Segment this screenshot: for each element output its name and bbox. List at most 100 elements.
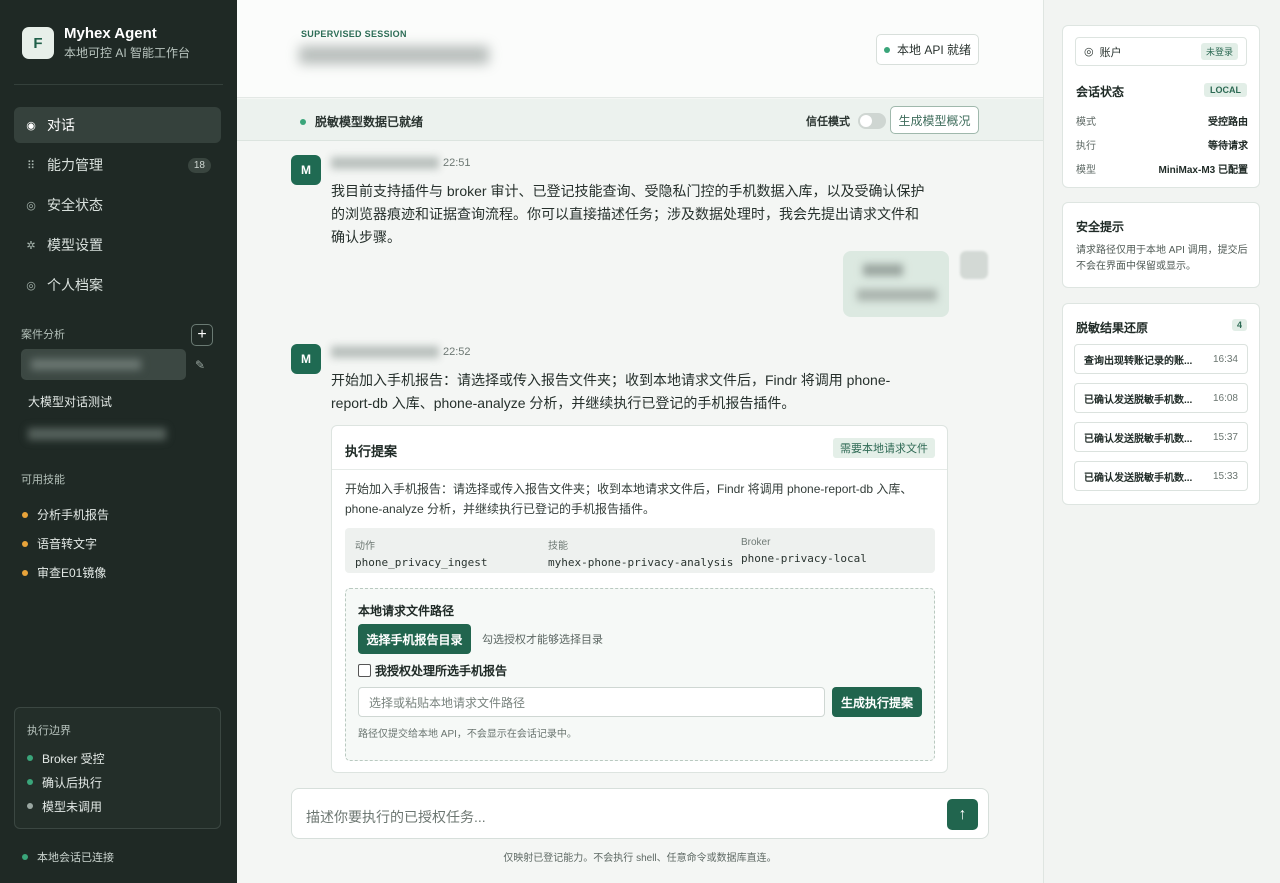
send-button[interactable]: ↑ — [947, 799, 978, 830]
authorize-checkbox-row[interactable]: 我授权处理所选手机报告 — [358, 662, 507, 679]
nav-item-security[interactable]: ◎ 安全状态 — [14, 187, 221, 223]
connection-status: 本地会话已连接 — [22, 849, 114, 865]
proposal-description: 开始加入手机报告：请选择或传入报告文件夹；收到本地请求文件后，Findr 将调用… — [345, 482, 913, 516]
generate-proposal-button[interactable]: 生成执行提案 — [832, 687, 922, 717]
skill-value: myhex-phone-privacy-analysis — [548, 556, 734, 569]
brand: F Myhex Agent 本地可控 AI 智能工作台 — [22, 25, 190, 61]
results-count-badge: 4 — [1231, 319, 1247, 331]
nav-label: 安全状态 — [47, 197, 103, 213]
tip-text: 请求路径仅用于本地 API 调用，提交后不会在界面中保留或显示。 — [1076, 245, 1248, 272]
nav-label: 能力管理 — [47, 157, 103, 173]
chat-main: SUPERVISED SESSION 本地 API 就绪 脱敏模型数据已就绪 信… — [237, 0, 1043, 883]
results-title: 脱敏结果还原 — [1076, 321, 1149, 335]
message-time: 22:51 — [443, 157, 471, 169]
status-dot — [22, 540, 28, 547]
chat-circle-icon: ◉ — [26, 119, 36, 132]
nav-label: 模型设置 — [47, 237, 103, 253]
skill-item[interactable]: 语音转文字 — [22, 529, 109, 558]
sidebar-divider — [14, 84, 223, 85]
trust-mode-toggle[interactable] — [858, 113, 886, 129]
account-icon: ◎ — [1084, 46, 1094, 58]
local-path-title: 本地请求文件路径 — [358, 604, 455, 618]
tip-title: 安全提示 — [1076, 220, 1125, 234]
result-item[interactable]: 查询出现转账记录的账... 16:34 — [1074, 344, 1248, 374]
skills-section-title: 可用技能 — [21, 474, 65, 486]
nav-item-model-settings[interactable]: ✲ 模型设置 — [14, 227, 221, 263]
avatar: M — [291, 155, 321, 185]
boundary-item: Broker 受控 — [27, 746, 105, 770]
nav-item-profile[interactable]: ◎ 个人档案 — [14, 267, 221, 303]
composer-input[interactable]: 描述你要执行的已授权任务... — [306, 807, 486, 827]
assistant-message: M 22:51 我目前支持插件与 broker 审计、已登记技能查询、受隐私门控… — [291, 155, 924, 245]
request-path-input[interactable]: 选择或粘贴本地请求文件路径 — [358, 687, 825, 717]
result-item[interactable]: 已确认发送脱敏手机数... 15:33 — [1074, 461, 1248, 491]
user-message-redacted — [843, 251, 949, 317]
message-composer[interactable]: 描述你要执行的已授权任务... ↑ — [291, 788, 989, 839]
nav-item-capabilities[interactable]: ⠿ 能力管理 18 — [14, 147, 221, 183]
execution-proposal-card: 执行提案 需要本地请求文件 开始加入手机报告：请选择或传入报告文件夹；收到本地请… — [331, 425, 948, 773]
sender-redacted — [331, 346, 439, 358]
proposal-title: 执行提案 — [345, 444, 398, 459]
path-note: 路径仅提交给本地 API，不会显示在会话记录中。 — [358, 729, 577, 740]
shield-icon: ◎ — [26, 199, 36, 212]
sidebar: F Myhex Agent 本地可控 AI 智能工作台 ◉ 对话 ⠿ 能力管理 … — [0, 0, 237, 883]
grid-icon: ⠿ — [26, 159, 36, 172]
sender-redacted — [331, 157, 439, 169]
select-hint: 勾选授权才能够选择目录 — [482, 634, 603, 646]
security-tip-panel: 安全提示 请求路径仅用于本地 API 调用，提交后不会在界面中保留或显示。 — [1062, 202, 1260, 288]
session-label: SUPERVISED SESSION — [301, 29, 407, 39]
session-panel: ◎ 账户 未登录 会话状态 LOCAL 模式 受控路由 执行 等待请求 模型 MiniMa… — [1062, 25, 1260, 188]
main-nav: ◉ 对话 ⠿ 能力管理 18 ◎ 安全状态 ✲ 模型设置 ◎ 个人档案 — [14, 107, 221, 307]
data-ready-status: 脱敏模型数据已就绪 — [300, 113, 423, 130]
result-item[interactable]: 已确认发送脱敏手机数... 15:37 — [1074, 422, 1248, 452]
avatar: M — [291, 344, 321, 374]
status-row: 模式 受控路由 — [1076, 117, 1248, 128]
user-avatar — [960, 251, 988, 279]
results-panel: 脱敏结果还原 4 查询出现转账记录的账... 16:34 已确认发送脱敏手机数..… — [1062, 303, 1260, 505]
boundary-item: 模型未调用 — [27, 794, 105, 818]
message-text: 我目前支持插件与 broker 审计、已登记技能查询、受隐私门控的手机数据入库，… — [331, 183, 925, 245]
right-panel: ◎ 账户 未登录 会话状态 LOCAL 模式 受控路由 执行 等待请求 模型 MiniMa… — [1043, 0, 1280, 883]
local-request-panel: 本地请求文件路径 选择手机报告目录 勾选授权才能够选择目录 我授权处理所选手机报… — [345, 588, 935, 761]
nav-item-chat[interactable]: ◉ 对话 — [14, 107, 221, 143]
skill-item[interactable]: 分析手机报告 — [22, 500, 109, 529]
generate-summary-button[interactable]: 生成模型概况 — [890, 106, 979, 134]
authorize-checkbox[interactable] — [358, 664, 371, 677]
status-row: 执行 等待请求 — [1076, 141, 1248, 152]
trust-mode: 信任模式 — [806, 113, 886, 129]
status-dot — [22, 569, 28, 576]
count-badge: 18 — [187, 157, 211, 173]
brand-logo: F — [22, 27, 54, 59]
login-status-badge: 未登录 — [1200, 43, 1238, 60]
status-dot — [22, 511, 28, 518]
status-row: 模型 MiniMax-M3 已配置 — [1076, 165, 1248, 176]
assistant-message: M 22:52 开始加入手机报告：请选择或传入报告文件夹；收到本地请求文件后，F… — [291, 344, 890, 411]
execution-boundary-panel: 执行边界 Broker 受控 确认后执行 模型未调用 — [14, 707, 221, 829]
skills-list: 分析手机报告 语音转文字 审查E01镜像 — [22, 500, 109, 587]
case-item[interactable]: 大模型对话测试 — [28, 393, 112, 410]
nav-label: 个人档案 — [47, 277, 103, 293]
action-value: phone_privacy_ingest — [355, 556, 488, 569]
profile-icon: ◎ — [26, 279, 36, 292]
result-item[interactable]: 已确认发送脱敏手机数... 16:08 — [1074, 383, 1248, 413]
proposal-tag: 需要本地请求文件 — [833, 438, 935, 458]
session-status-title: 会话状态 — [1076, 85, 1125, 99]
app-title: Myhex Agent — [64, 25, 157, 42]
nav-label: 对话 — [47, 117, 75, 133]
app-subtitle: 本地可控 AI 智能工作台 — [64, 46, 191, 60]
select-report-dir-button[interactable]: 选择手机报告目录 — [358, 624, 471, 654]
skill-item[interactable]: 审查E01镜像 — [22, 558, 109, 587]
local-badge: LOCAL — [1204, 83, 1247, 97]
boundary-title: 执行边界 — [27, 725, 71, 737]
boundary-item: 确认后执行 — [27, 770, 105, 794]
case-item-active[interactable] — [21, 349, 186, 380]
account-button[interactable]: ◎ 账户 未登录 — [1075, 37, 1247, 66]
cases-section-title: 案件分析 — [21, 329, 65, 341]
gear-icon: ✲ — [26, 239, 36, 252]
composer-footnote: 仅映射已登记能力。不会执行 shell、任意命令或数据库直连。 — [503, 853, 777, 864]
message-time: 22:52 — [443, 346, 471, 358]
broker-value: phone-privacy-local — [741, 552, 867, 565]
case-item-redacted[interactable] — [28, 428, 166, 440]
pencil-icon[interactable]: ✎ — [195, 358, 205, 372]
add-case-button[interactable]: + — [191, 324, 213, 346]
